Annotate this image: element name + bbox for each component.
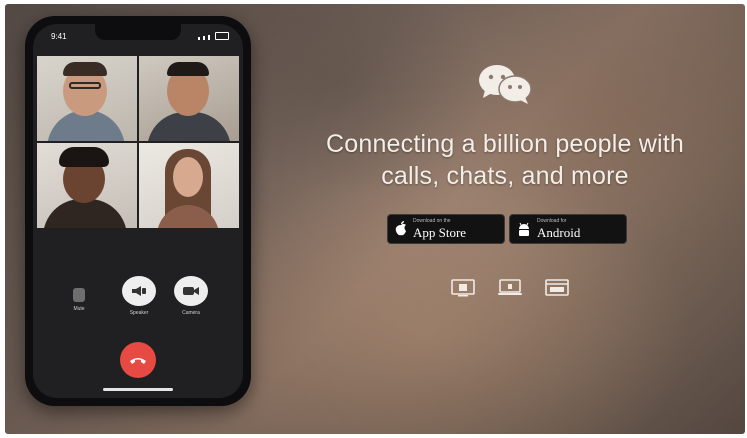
glasses-icon — [69, 82, 101, 89]
battery-icon — [215, 32, 229, 40]
headline: Connecting a billion people with calls, … — [265, 128, 745, 192]
mute-control[interactable]: Mute — [67, 282, 91, 312]
video-tile[interactable] — [37, 143, 137, 228]
signal-bar — [203, 36, 205, 40]
android-small-label: Download for — [537, 218, 567, 224]
android-icon — [519, 222, 529, 236]
camera-label: Camera — [182, 310, 200, 316]
participant-hair — [59, 147, 109, 167]
headline-line-1: Connecting a billion people with — [325, 130, 685, 158]
windows-icon — [451, 279, 475, 297]
app-store-button[interactable]: Download on the App Store — [387, 214, 505, 244]
participant-face — [173, 157, 203, 197]
end-call-button[interactable] — [120, 342, 156, 378]
video-tile[interactable] — [139, 56, 239, 141]
app-store-small-label: Download on the — [413, 218, 451, 224]
video-tile[interactable] — [37, 56, 137, 141]
web-link[interactable] — [545, 278, 569, 298]
mute-label: Mute — [73, 306, 85, 312]
status-bar: 9:41 — [33, 24, 243, 48]
speaker-control[interactable]: Speaker — [119, 276, 159, 316]
headline-line-2: calls, chats, and more — [381, 162, 629, 190]
video-tile[interactable] — [139, 143, 239, 228]
status-time: 9:41 — [51, 32, 67, 41]
participant-body — [147, 112, 231, 141]
signal-bar — [208, 35, 210, 40]
windows-link[interactable] — [451, 278, 475, 298]
home-indicator — [103, 388, 173, 391]
speaker-icon — [132, 286, 146, 296]
video-grid — [37, 56, 239, 228]
phone-notch — [95, 24, 181, 40]
camera-icon — [183, 287, 199, 295]
mute-icon — [73, 288, 85, 302]
platform-links — [451, 278, 569, 298]
phone-screen: 9:41 Mute Speaker Camera — [33, 24, 243, 398]
app-store-label: App Store — [413, 225, 467, 240]
page-background: 9:41 Mute Speaker Camera Connecting a bi… — [5, 4, 745, 434]
mac-link[interactable] — [498, 278, 522, 298]
web-icon — [545, 279, 569, 296]
speaker-button[interactable] — [122, 276, 156, 306]
signal-icon — [198, 37, 200, 40]
status-icons — [198, 32, 229, 40]
mac-icon — [498, 279, 522, 295]
phone-mockup: 9:41 Mute Speaker Camera — [25, 16, 251, 406]
camera-button[interactable] — [174, 276, 208, 306]
speaker-label: Speaker — [129, 310, 149, 316]
android-button[interactable]: Download for Android — [509, 214, 627, 244]
participant-hair — [167, 62, 209, 76]
camera-control[interactable]: Camera — [171, 276, 211, 316]
call-controls: Mute Speaker Camera — [33, 270, 243, 330]
download-buttons: Download on the App Store Download for A… — [387, 214, 627, 244]
participant-hair — [63, 62, 107, 76]
hero-section: Connecting a billion people with calls, … — [265, 4, 745, 434]
wechat-logo-icon — [475, 62, 535, 106]
apple-icon — [395, 221, 406, 236]
android-label: Android — [537, 225, 581, 240]
phone-hangup-icon — [130, 358, 146, 364]
participant-body — [43, 199, 127, 228]
